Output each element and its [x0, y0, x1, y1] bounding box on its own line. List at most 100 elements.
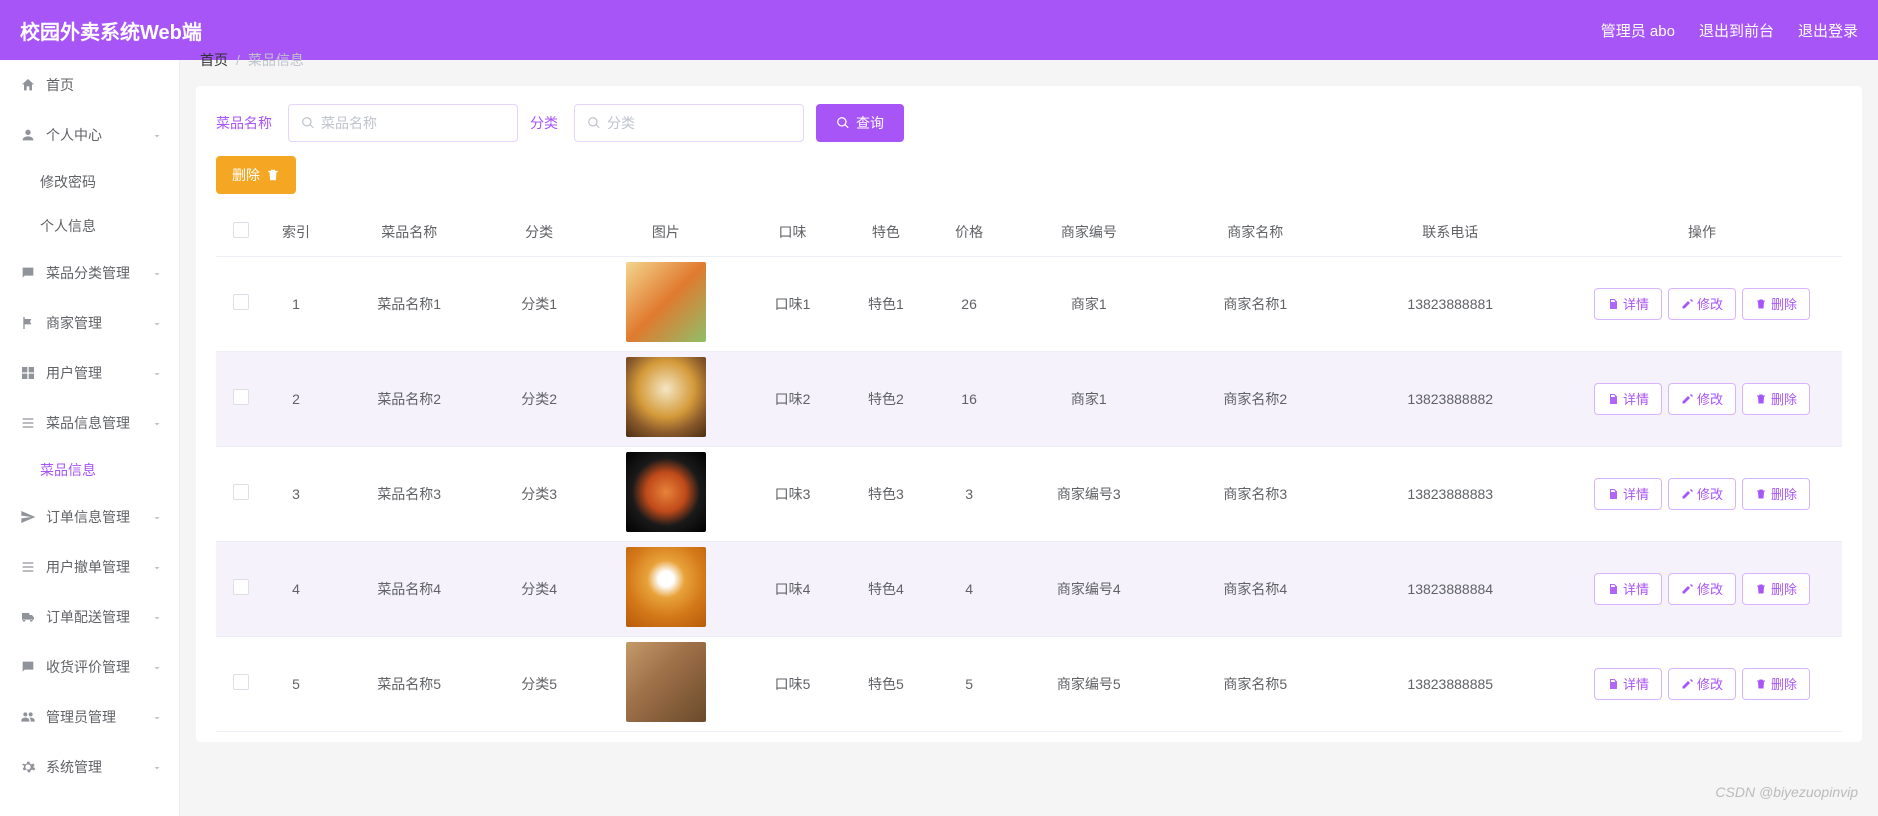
sidebar-item-商家管理[interactable]: 商家管理	[0, 298, 179, 348]
delete-button[interactable]: 删除	[1742, 573, 1810, 605]
delete-button[interactable]: 删除	[1742, 383, 1810, 415]
col-header: 价格	[933, 208, 1006, 256]
col-header: 特色	[839, 208, 932, 256]
edit-button[interactable]: 修改	[1668, 383, 1736, 415]
detail-button[interactable]: 详情	[1594, 383, 1662, 415]
cell-feature: 特色4	[839, 541, 932, 636]
chevron-down-icon	[151, 316, 163, 330]
chevron-down-icon	[151, 560, 163, 574]
row-checkbox[interactable]	[233, 579, 249, 595]
search-category-label: 分类	[530, 113, 558, 133]
cell-shop-no: 商家编号5	[1006, 636, 1172, 731]
cell-shop-name: 商家名称3	[1172, 446, 1338, 541]
bulk-delete-button[interactable]: 删除	[216, 156, 296, 194]
row-checkbox[interactable]	[233, 294, 249, 310]
sidebar-item-label: 个人中心	[46, 125, 102, 145]
row-checkbox[interactable]	[233, 484, 249, 500]
content-panel: 菜品名称 分类 查询 删除 索引菜品名	[196, 86, 1862, 742]
row-checkbox[interactable]	[233, 389, 249, 405]
sidebar-item-label: 商家管理	[46, 313, 102, 333]
table-header-row: 索引菜品名称分类图片口味特色价格商家编号商家名称联系电话操作	[216, 208, 1842, 256]
col-header: 口味	[746, 208, 839, 256]
select-all-checkbox[interactable]	[233, 222, 249, 238]
dish-thumbnail	[626, 642, 706, 722]
cell-shop-no: 商家编号3	[1006, 446, 1172, 541]
gear-icon	[20, 759, 36, 775]
cell-phone: 13823888882	[1338, 351, 1562, 446]
cell-price: 4	[933, 541, 1006, 636]
search-name-input-wrap[interactable]	[288, 104, 518, 142]
cell-phone: 13823888885	[1338, 636, 1562, 731]
sidebar-subitem-个人信息[interactable]: 个人信息	[0, 204, 179, 248]
col-header: 菜品名称	[326, 208, 492, 256]
breadcrumb-root[interactable]: 首页	[200, 50, 228, 70]
sidebar-item-订单信息管理[interactable]: 订单信息管理	[0, 492, 179, 542]
trash-icon	[1755, 488, 1767, 500]
delete-button[interactable]: 删除	[1742, 288, 1810, 320]
sidebar-item-用户管理[interactable]: 用户管理	[0, 348, 179, 398]
search-button[interactable]: 查询	[816, 104, 904, 142]
cell-actions: 详情修改删除	[1562, 636, 1842, 731]
edit-button[interactable]: 修改	[1668, 668, 1736, 700]
delete-button[interactable]: 删除	[1742, 478, 1810, 510]
sidebar-item-用户撤单管理[interactable]: 用户撤单管理	[0, 542, 179, 592]
breadcrumb: 首页 / 菜品信息	[200, 46, 1862, 74]
cell-name: 菜品名称1	[326, 256, 492, 351]
logout-link[interactable]: 退出登录	[1798, 20, 1858, 41]
bulk-delete-label: 删除	[232, 165, 260, 185]
goto-front-link[interactable]: 退出到前台	[1699, 20, 1774, 41]
detail-button[interactable]: 详情	[1594, 288, 1662, 320]
cell-feature: 特色3	[839, 446, 932, 541]
detail-button[interactable]: 详情	[1594, 573, 1662, 605]
table-row: 2菜品名称2分类2口味2特色216商家1商家名称213823888882详情修改…	[216, 351, 1842, 446]
sidebar-item-label: 首页	[46, 75, 74, 95]
sidebar-item-个人中心[interactable]: 个人中心	[0, 110, 179, 160]
list-icon	[20, 559, 36, 575]
sidebar-item-系统管理[interactable]: 系统管理	[0, 742, 179, 792]
cell-phone: 13823888884	[1338, 541, 1562, 636]
edit-button[interactable]: 修改	[1668, 573, 1736, 605]
col-header: 图片	[586, 208, 746, 256]
chat-icon	[20, 265, 36, 281]
search-category-input[interactable]	[607, 115, 791, 131]
cell-shop-name: 商家名称2	[1172, 351, 1338, 446]
dish-thumbnail	[626, 357, 706, 437]
sidebar-item-首页[interactable]: 首页	[0, 60, 179, 110]
table-body: 1菜品名称1分类1口味1特色126商家1商家名称113823888881详情修改…	[216, 256, 1842, 731]
current-user-link[interactable]: 管理员 abo	[1601, 20, 1675, 41]
delete-button[interactable]: 删除	[1742, 668, 1810, 700]
sidebar-item-label: 订单信息管理	[46, 507, 130, 527]
sidebar-item-label: 订单配送管理	[46, 607, 130, 627]
cell-feature: 特色1	[839, 256, 932, 351]
breadcrumb-current: 菜品信息	[248, 50, 304, 70]
row-checkbox[interactable]	[233, 674, 249, 690]
dish-thumbnail	[626, 452, 706, 532]
detail-button[interactable]: 详情	[1594, 478, 1662, 510]
cell-idx: 2	[266, 351, 326, 446]
chevron-down-icon	[151, 366, 163, 380]
sidebar-item-菜品信息管理[interactable]: 菜品信息管理	[0, 398, 179, 448]
grid-icon	[20, 365, 36, 381]
cell-idx: 3	[266, 446, 326, 541]
sidebar-item-订单配送管理[interactable]: 订单配送管理	[0, 592, 179, 642]
table-row: 5菜品名称5分类5口味5特色55商家编号5商家名称513823888885详情修…	[216, 636, 1842, 731]
sidebar-item-收货评价管理[interactable]: 收货评价管理	[0, 642, 179, 692]
edit-button[interactable]: 修改	[1668, 288, 1736, 320]
edit-button[interactable]: 修改	[1668, 478, 1736, 510]
sidebar-item-label: 管理员管理	[46, 707, 116, 727]
sidebar-subitem-修改密码[interactable]: 修改密码	[0, 160, 179, 204]
search-category-input-wrap[interactable]	[574, 104, 804, 142]
table-row: 4菜品名称4分类4口味4特色44商家编号4商家名称413823888884详情修…	[216, 541, 1842, 636]
sidebar-item-管理员管理[interactable]: 管理员管理	[0, 692, 179, 742]
sidebar-item-菜品分类管理[interactable]: 菜品分类管理	[0, 248, 179, 298]
search-icon	[301, 116, 315, 130]
cell-feature: 特色2	[839, 351, 932, 446]
edit-icon	[1681, 583, 1693, 595]
search-name-input[interactable]	[321, 115, 505, 131]
cell-price: 3	[933, 446, 1006, 541]
detail-button[interactable]: 详情	[1594, 668, 1662, 700]
trash-icon	[266, 168, 280, 182]
doc-icon	[1607, 488, 1619, 500]
sidebar-subitem-菜品信息[interactable]: 菜品信息	[0, 448, 179, 492]
col-header: 分类	[492, 208, 585, 256]
